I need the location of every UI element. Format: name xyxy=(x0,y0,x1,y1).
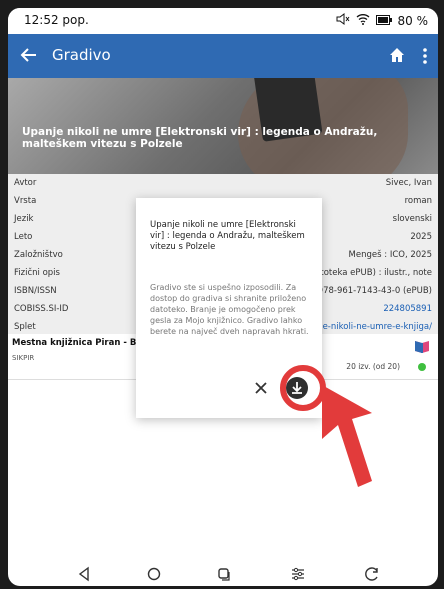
detail-label: Fizični opis xyxy=(14,268,60,278)
detail-label: Splet xyxy=(14,322,36,332)
dialog-message: Gradivo ste si uspešno izposodili. Za do… xyxy=(150,283,309,336)
web-link[interactable]: nje-nikoli-ne-umre-e-knjiga/ xyxy=(315,322,432,332)
status-time: 12:52 pop. xyxy=(24,13,89,27)
battery-icon xyxy=(375,14,392,28)
more-menu-icon[interactable] xyxy=(418,46,432,66)
detail-value: slovenski xyxy=(392,214,432,224)
home-icon[interactable] xyxy=(388,46,406,64)
detail-value: roman xyxy=(404,196,432,206)
detail-label: Jezik xyxy=(14,214,34,224)
status-icons: 80 % xyxy=(336,13,429,28)
back-arrow-icon[interactable] xyxy=(18,44,40,66)
detail-label: COBISS.SI-ID xyxy=(14,304,69,314)
detail-value: Mengeš : ICO, 2025 xyxy=(348,250,432,260)
availability-status-dot xyxy=(418,363,426,371)
detail-label: Avtor xyxy=(14,178,37,188)
nav-settings-icon[interactable] xyxy=(290,566,306,582)
red-arrow-icon xyxy=(308,383,378,493)
app-bar: Gradivo xyxy=(8,34,438,78)
page-title: Gradivo xyxy=(52,46,111,64)
book-banner: Upanje nikoli ne umre [Elektronski vir] … xyxy=(8,78,438,174)
device-screen: 12:52 pop. 80 % Gradivo Upanje nikoli ne… xyxy=(8,8,438,586)
detail-row: Avtor Sivec, Ivan xyxy=(8,176,438,192)
detail-value: 978-961-7143-43-0 (ePUB) xyxy=(317,286,432,296)
ebook-icon xyxy=(414,338,430,354)
availability-count: 20 izv. (od 20) xyxy=(346,362,400,371)
book-title: Upanje nikoli ne umre [Elektronski vir] … xyxy=(22,126,378,150)
battery-level: 80 % xyxy=(397,13,429,28)
detail-label: ISBN/ISSN xyxy=(14,286,57,296)
close-icon[interactable] xyxy=(254,380,268,394)
nav-back-icon[interactable] xyxy=(76,566,92,582)
detail-value: datoteka ePUB) : ilustr., note xyxy=(309,268,432,278)
detail-value: Sivec, Ivan xyxy=(385,178,432,188)
library-code: SIKPIR xyxy=(12,354,35,362)
system-nav-bar xyxy=(8,562,438,586)
status-bar: 12:52 pop. 80 % xyxy=(8,8,438,34)
dialog-title: Upanje nikoli ne umre [Elektronski vir] … xyxy=(150,220,305,252)
detail-label: Založništvo xyxy=(14,250,63,260)
nav-rotate-icon[interactable] xyxy=(364,566,380,582)
cobiss-link[interactable]: 224805891 xyxy=(383,304,432,314)
nav-home-icon[interactable] xyxy=(146,566,162,582)
mute-icon xyxy=(336,13,350,28)
nav-recents-icon[interactable] xyxy=(216,566,232,582)
detail-label: Vrsta xyxy=(14,196,37,206)
detail-label: Leto xyxy=(14,232,33,242)
detail-value: 2025 xyxy=(410,232,432,242)
wifi-icon xyxy=(356,13,370,28)
